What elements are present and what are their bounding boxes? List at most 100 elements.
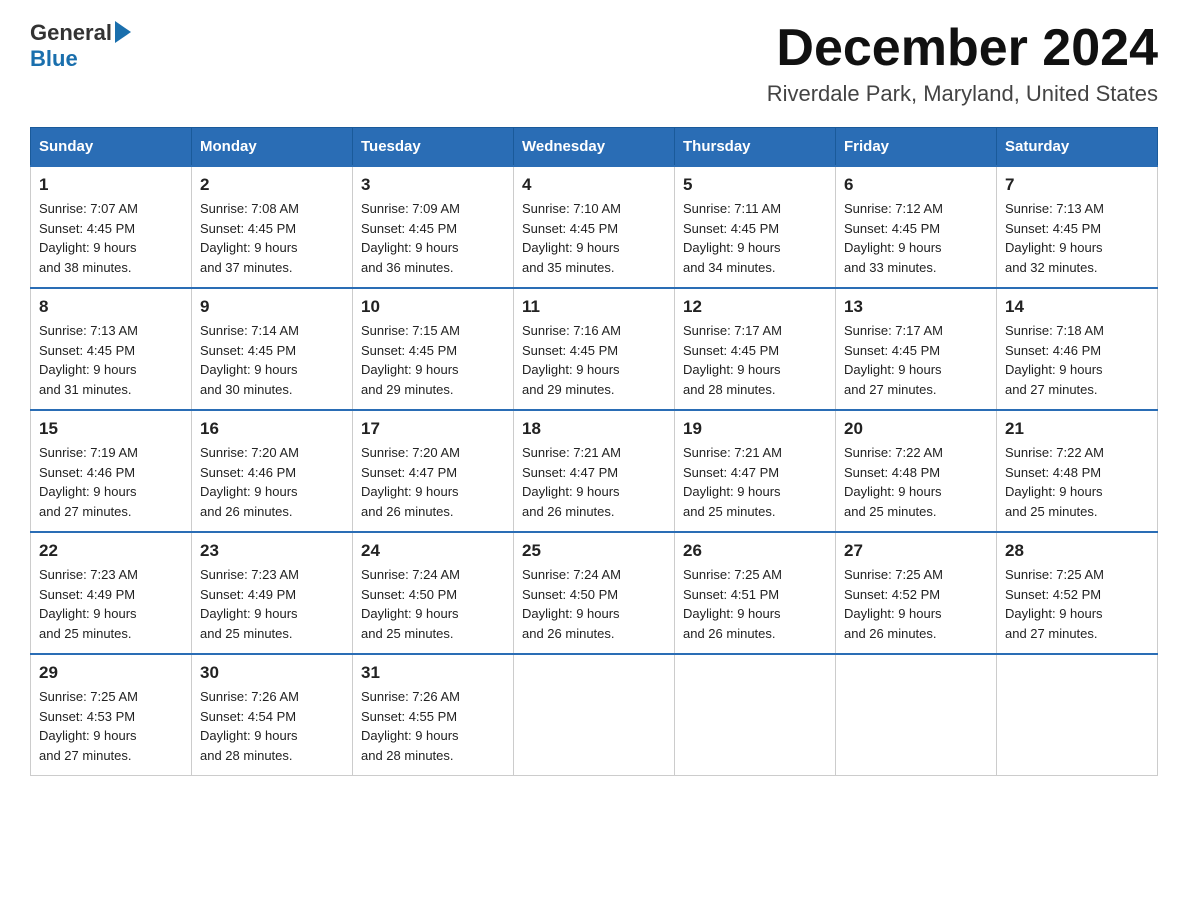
- day-info: Sunrise: 7:12 AM Sunset: 4:45 PM Dayligh…: [844, 199, 988, 277]
- calendar-day-cell: 7 Sunrise: 7:13 AM Sunset: 4:45 PM Dayli…: [997, 166, 1158, 288]
- day-info: Sunrise: 7:07 AM Sunset: 4:45 PM Dayligh…: [39, 199, 183, 277]
- day-number: 27: [844, 541, 988, 561]
- day-number: 8: [39, 297, 183, 317]
- calendar-day-cell: 19 Sunrise: 7:21 AM Sunset: 4:47 PM Dayl…: [675, 410, 836, 532]
- day-number: 21: [1005, 419, 1149, 439]
- calendar-week-row: 15 Sunrise: 7:19 AM Sunset: 4:46 PM Dayl…: [31, 410, 1158, 532]
- calendar-day-cell: 23 Sunrise: 7:23 AM Sunset: 4:49 PM Dayl…: [192, 532, 353, 654]
- calendar-day-cell: 20 Sunrise: 7:22 AM Sunset: 4:48 PM Dayl…: [836, 410, 997, 532]
- calendar-day-cell: 3 Sunrise: 7:09 AM Sunset: 4:45 PM Dayli…: [353, 166, 514, 288]
- calendar-table: SundayMondayTuesdayWednesdayThursdayFrid…: [30, 127, 1158, 776]
- calendar-day-cell: 21 Sunrise: 7:22 AM Sunset: 4:48 PM Dayl…: [997, 410, 1158, 532]
- calendar-day-header: Wednesday: [514, 128, 675, 167]
- calendar-week-row: 29 Sunrise: 7:25 AM Sunset: 4:53 PM Dayl…: [31, 654, 1158, 776]
- calendar-day-cell: 24 Sunrise: 7:24 AM Sunset: 4:50 PM Dayl…: [353, 532, 514, 654]
- calendar-day-header: Thursday: [675, 128, 836, 167]
- day-number: 24: [361, 541, 505, 561]
- calendar-day-cell: [514, 654, 675, 776]
- calendar-day-cell: 18 Sunrise: 7:21 AM Sunset: 4:47 PM Dayl…: [514, 410, 675, 532]
- calendar-day-cell: 4 Sunrise: 7:10 AM Sunset: 4:45 PM Dayli…: [514, 166, 675, 288]
- day-number: 10: [361, 297, 505, 317]
- day-info: Sunrise: 7:21 AM Sunset: 4:47 PM Dayligh…: [522, 443, 666, 521]
- calendar-week-row: 22 Sunrise: 7:23 AM Sunset: 4:49 PM Dayl…: [31, 532, 1158, 654]
- day-info: Sunrise: 7:25 AM Sunset: 4:52 PM Dayligh…: [1005, 565, 1149, 643]
- day-info: Sunrise: 7:13 AM Sunset: 4:45 PM Dayligh…: [39, 321, 183, 399]
- day-info: Sunrise: 7:10 AM Sunset: 4:45 PM Dayligh…: [522, 199, 666, 277]
- calendar-header-row: SundayMondayTuesdayWednesdayThursdayFrid…: [31, 128, 1158, 167]
- day-number: 3: [361, 175, 505, 195]
- day-info: Sunrise: 7:23 AM Sunset: 4:49 PM Dayligh…: [39, 565, 183, 643]
- calendar-day-cell: [997, 654, 1158, 776]
- logo: General Blue: [30, 20, 131, 72]
- day-info: Sunrise: 7:26 AM Sunset: 4:54 PM Dayligh…: [200, 687, 344, 765]
- calendar-day-cell: [836, 654, 997, 776]
- day-info: Sunrise: 7:26 AM Sunset: 4:55 PM Dayligh…: [361, 687, 505, 765]
- logo-blue-text: Blue: [30, 46, 78, 72]
- day-info: Sunrise: 7:25 AM Sunset: 4:52 PM Dayligh…: [844, 565, 988, 643]
- day-info: Sunrise: 7:22 AM Sunset: 4:48 PM Dayligh…: [1005, 443, 1149, 521]
- day-number: 9: [200, 297, 344, 317]
- calendar-day-cell: 13 Sunrise: 7:17 AM Sunset: 4:45 PM Dayl…: [836, 288, 997, 410]
- calendar-day-header: Tuesday: [353, 128, 514, 167]
- title-section: December 2024 Riverdale Park, Maryland, …: [767, 20, 1158, 107]
- day-number: 11: [522, 297, 666, 317]
- day-number: 1: [39, 175, 183, 195]
- calendar-day-header: Monday: [192, 128, 353, 167]
- day-info: Sunrise: 7:20 AM Sunset: 4:47 PM Dayligh…: [361, 443, 505, 521]
- logo-arrow-icon: [115, 21, 131, 43]
- day-info: Sunrise: 7:22 AM Sunset: 4:48 PM Dayligh…: [844, 443, 988, 521]
- calendar-day-cell: 10 Sunrise: 7:15 AM Sunset: 4:45 PM Dayl…: [353, 288, 514, 410]
- calendar-week-row: 1 Sunrise: 7:07 AM Sunset: 4:45 PM Dayli…: [31, 166, 1158, 288]
- day-number: 14: [1005, 297, 1149, 317]
- day-number: 29: [39, 663, 183, 683]
- day-number: 31: [361, 663, 505, 683]
- calendar-day-cell: [675, 654, 836, 776]
- day-info: Sunrise: 7:15 AM Sunset: 4:45 PM Dayligh…: [361, 321, 505, 399]
- calendar-day-cell: 1 Sunrise: 7:07 AM Sunset: 4:45 PM Dayli…: [31, 166, 192, 288]
- day-info: Sunrise: 7:21 AM Sunset: 4:47 PM Dayligh…: [683, 443, 827, 521]
- day-number: 13: [844, 297, 988, 317]
- day-number: 16: [200, 419, 344, 439]
- day-number: 15: [39, 419, 183, 439]
- day-info: Sunrise: 7:25 AM Sunset: 4:51 PM Dayligh…: [683, 565, 827, 643]
- day-info: Sunrise: 7:23 AM Sunset: 4:49 PM Dayligh…: [200, 565, 344, 643]
- day-number: 7: [1005, 175, 1149, 195]
- month-title: December 2024: [767, 20, 1158, 77]
- day-number: 6: [844, 175, 988, 195]
- day-info: Sunrise: 7:24 AM Sunset: 4:50 PM Dayligh…: [361, 565, 505, 643]
- calendar-week-row: 8 Sunrise: 7:13 AM Sunset: 4:45 PM Dayli…: [31, 288, 1158, 410]
- day-info: Sunrise: 7:08 AM Sunset: 4:45 PM Dayligh…: [200, 199, 344, 277]
- day-info: Sunrise: 7:11 AM Sunset: 4:45 PM Dayligh…: [683, 199, 827, 277]
- calendar-day-header: Friday: [836, 128, 997, 167]
- calendar-day-cell: 11 Sunrise: 7:16 AM Sunset: 4:45 PM Dayl…: [514, 288, 675, 410]
- calendar-day-cell: 22 Sunrise: 7:23 AM Sunset: 4:49 PM Dayl…: [31, 532, 192, 654]
- calendar-day-header: Saturday: [997, 128, 1158, 167]
- day-number: 20: [844, 419, 988, 439]
- day-number: 22: [39, 541, 183, 561]
- day-info: Sunrise: 7:17 AM Sunset: 4:45 PM Dayligh…: [844, 321, 988, 399]
- calendar-day-cell: 26 Sunrise: 7:25 AM Sunset: 4:51 PM Dayl…: [675, 532, 836, 654]
- calendar-day-cell: 16 Sunrise: 7:20 AM Sunset: 4:46 PM Dayl…: [192, 410, 353, 532]
- day-number: 17: [361, 419, 505, 439]
- day-number: 2: [200, 175, 344, 195]
- calendar-day-cell: 5 Sunrise: 7:11 AM Sunset: 4:45 PM Dayli…: [675, 166, 836, 288]
- calendar-day-cell: 29 Sunrise: 7:25 AM Sunset: 4:53 PM Dayl…: [31, 654, 192, 776]
- calendar-day-cell: 27 Sunrise: 7:25 AM Sunset: 4:52 PM Dayl…: [836, 532, 997, 654]
- calendar-day-cell: 9 Sunrise: 7:14 AM Sunset: 4:45 PM Dayli…: [192, 288, 353, 410]
- location-title: Riverdale Park, Maryland, United States: [767, 81, 1158, 107]
- page-header: General Blue December 2024 Riverdale Par…: [30, 20, 1158, 107]
- day-number: 25: [522, 541, 666, 561]
- day-info: Sunrise: 7:16 AM Sunset: 4:45 PM Dayligh…: [522, 321, 666, 399]
- calendar-day-header: Sunday: [31, 128, 192, 167]
- day-info: Sunrise: 7:20 AM Sunset: 4:46 PM Dayligh…: [200, 443, 344, 521]
- calendar-day-cell: 25 Sunrise: 7:24 AM Sunset: 4:50 PM Dayl…: [514, 532, 675, 654]
- day-number: 23: [200, 541, 344, 561]
- day-info: Sunrise: 7:25 AM Sunset: 4:53 PM Dayligh…: [39, 687, 183, 765]
- day-info: Sunrise: 7:17 AM Sunset: 4:45 PM Dayligh…: [683, 321, 827, 399]
- day-info: Sunrise: 7:24 AM Sunset: 4:50 PM Dayligh…: [522, 565, 666, 643]
- day-number: 19: [683, 419, 827, 439]
- calendar-day-cell: 14 Sunrise: 7:18 AM Sunset: 4:46 PM Dayl…: [997, 288, 1158, 410]
- day-info: Sunrise: 7:13 AM Sunset: 4:45 PM Dayligh…: [1005, 199, 1149, 277]
- logo-general-text: General: [30, 20, 112, 46]
- day-info: Sunrise: 7:19 AM Sunset: 4:46 PM Dayligh…: [39, 443, 183, 521]
